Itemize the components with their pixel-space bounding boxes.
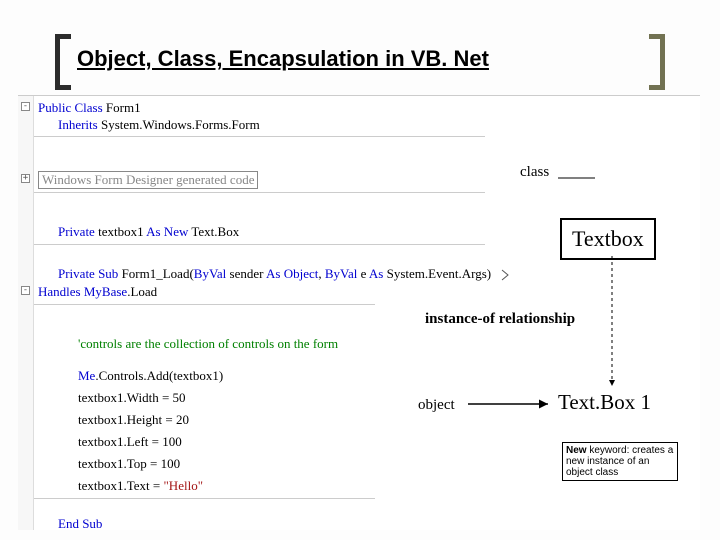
- code-line: Windows Form Designer generated code: [38, 171, 258, 189]
- new-keyword-note: New keyword: creates a new instance of a…: [562, 442, 678, 481]
- textbox-class-box: Textbox: [560, 218, 656, 260]
- class-label: class: [520, 164, 549, 181]
- code-gutter: [18, 96, 34, 530]
- code-line: textbox1.Height = 20: [78, 412, 189, 428]
- instance-label: instance-of relationship: [425, 311, 575, 328]
- fold-toggle[interactable]: -: [21, 102, 30, 111]
- separator: [34, 136, 485, 137]
- fold-toggle[interactable]: -: [21, 286, 30, 295]
- page-title: Object, Class, Encapsulation in VB. Net: [77, 46, 489, 72]
- bracket-right: [649, 34, 665, 90]
- separator: [34, 498, 375, 499]
- code-line: textbox1.Width = 50: [78, 390, 186, 406]
- code-line: textbox1.Text = "Hello": [78, 478, 203, 494]
- code-line: End Sub: [58, 516, 102, 532]
- code-line: textbox1.Top = 100: [78, 456, 180, 472]
- separator: [34, 244, 485, 245]
- separator: [34, 304, 375, 305]
- code-line: Private Sub Form1_Load(ByVal sender As O…: [58, 266, 491, 282]
- object-label: object: [418, 397, 455, 414]
- fold-toggle[interactable]: +: [21, 174, 30, 183]
- code-line: textbox1.Left = 100: [78, 434, 182, 450]
- object-instance-box: Text.Box 1: [558, 390, 651, 415]
- code-line: Public Class Form1: [38, 100, 141, 116]
- code-line: Me.Controls.Add(textbox1): [78, 368, 223, 384]
- bracket-left: [55, 34, 71, 90]
- separator: [34, 192, 485, 193]
- code-line: Private textbox1 As New Text.Box: [58, 224, 239, 240]
- title-bar: Object, Class, Encapsulation in VB. Net: [55, 40, 665, 90]
- code-line: Handles MyBase.Load: [38, 284, 157, 300]
- code-comment: 'controls are the collection of controls…: [78, 336, 338, 352]
- code-line: Inherits System.Windows.Forms.Form: [58, 117, 260, 133]
